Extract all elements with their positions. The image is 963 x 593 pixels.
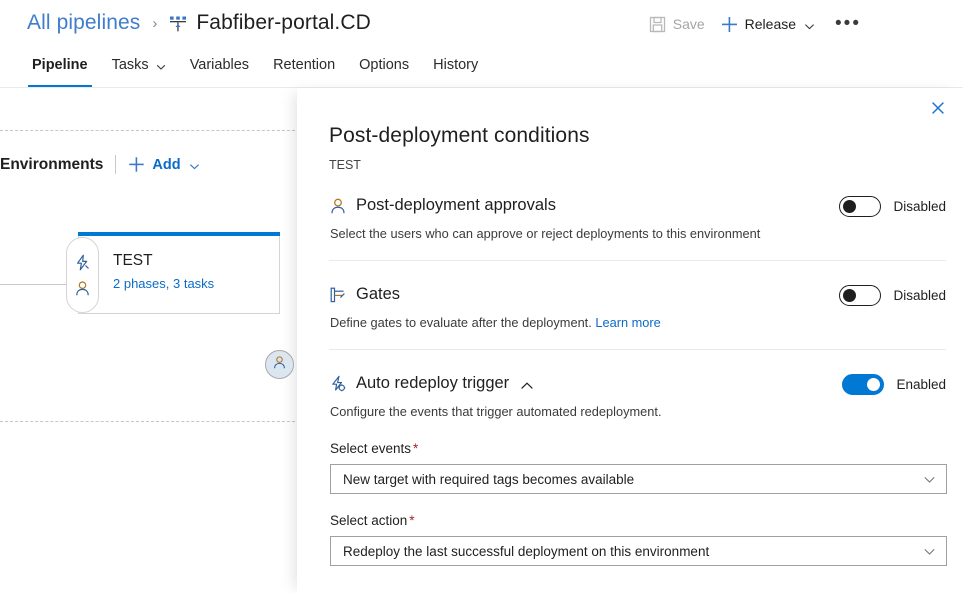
lightning-gear-icon xyxy=(329,375,347,393)
panel-subtitle: TEST xyxy=(329,158,361,172)
select-events-dropdown[interactable]: New target with required tags becomes av… xyxy=(330,464,947,494)
save-button-label: Save xyxy=(673,16,705,32)
select-action-dropdown[interactable]: Redeploy the last successful deployment … xyxy=(330,536,947,566)
select-action-label-text: Select action xyxy=(330,513,407,528)
auto-redeploy-trigger-toggle[interactable] xyxy=(842,374,884,395)
tab-options-label: Options xyxy=(359,57,409,73)
required-marker: * xyxy=(409,513,414,528)
section-header-row: Post-deployment approvals Disabled xyxy=(329,196,946,220)
section-description-text: Define gates to evaluate after the deplo… xyxy=(330,315,592,330)
environments-label: Environments xyxy=(0,156,103,174)
release-button-label: Release xyxy=(745,16,796,32)
gates-toggle-wrap: Disabled xyxy=(839,285,946,306)
chevron-down-icon xyxy=(923,545,936,558)
release-pipeline-icon xyxy=(168,14,188,34)
chevron-down-icon[interactable] xyxy=(156,60,166,70)
pipeline-canvas: Environments Add TEST 2 phases, 3 tasks xyxy=(0,88,300,593)
tab-pipeline-label: Pipeline xyxy=(32,57,88,73)
tab-retention-label: Retention xyxy=(273,57,335,73)
tab-options[interactable]: Options xyxy=(347,52,421,87)
release-button[interactable]: Release xyxy=(721,10,815,38)
close-icon xyxy=(930,100,946,121)
environment-connector-line xyxy=(0,284,70,285)
select-action-value: Redeploy the last successful deployment … xyxy=(343,544,923,559)
auto-redeploy-toggle-wrap: Enabled xyxy=(842,374,946,395)
plus-icon xyxy=(721,16,738,33)
panel-title: Post-deployment conditions xyxy=(329,124,590,148)
panel-close-button[interactable] xyxy=(923,95,953,125)
section-post-deployment-approvals: Post-deployment approvals Disabled Selec… xyxy=(329,196,946,241)
environments-header: Environments Add xyxy=(0,155,200,174)
canvas-dashed-divider-top xyxy=(0,130,300,131)
more-ellipsis-icon[interactable]: ••• xyxy=(831,19,865,29)
post-deployment-approvals-toggle-label: Disabled xyxy=(893,199,946,214)
select-events-label-text: Select events xyxy=(330,441,411,456)
chevron-down-icon xyxy=(923,473,936,486)
toggle-knob xyxy=(843,200,856,213)
post-deployment-approvals-toggle[interactable] xyxy=(839,196,881,217)
chevron-down-icon[interactable] xyxy=(804,19,815,30)
environment-card-test[interactable]: TEST 2 phases, 3 tasks xyxy=(78,236,280,314)
select-events-field: Select events* New target with required … xyxy=(330,441,947,494)
section-divider xyxy=(329,260,946,261)
tab-tasks[interactable]: Tasks xyxy=(100,52,178,87)
section-header-row: Gates Disabled xyxy=(329,285,946,309)
person-icon xyxy=(272,355,287,375)
tab-tasks-label: Tasks xyxy=(112,57,149,73)
tab-variables-label: Variables xyxy=(190,57,249,73)
tab-pipeline[interactable]: Pipeline xyxy=(20,52,100,87)
person-icon[interactable] xyxy=(74,280,91,297)
section-title: Gates xyxy=(356,285,400,304)
section-description: Configure the events that trigger automa… xyxy=(330,404,946,419)
pipeline-tabs: Pipeline Tasks Variables Retention Optio… xyxy=(0,52,963,88)
add-environment-label: Add xyxy=(152,157,180,173)
add-environment-button[interactable]: Add xyxy=(128,156,199,173)
select-action-label: Select action* xyxy=(330,513,947,528)
save-disk-icon xyxy=(649,16,666,33)
header-toolbar: Save Release ••• xyxy=(649,10,865,38)
section-description: Define gates to evaluate after the deplo… xyxy=(330,315,946,330)
tab-history[interactable]: History xyxy=(421,52,490,87)
tab-history-label: History xyxy=(433,57,478,73)
gates-toggle[interactable] xyxy=(839,285,881,306)
select-events-value: New target with required tags becomes av… xyxy=(343,472,923,487)
chevron-up-icon[interactable] xyxy=(520,379,534,393)
toggle-knob xyxy=(843,289,856,302)
person-icon xyxy=(329,197,347,215)
environment-card-subtitle[interactable]: 2 phases, 3 tasks xyxy=(113,276,214,291)
environment-pre-deploy-conditions-pill xyxy=(66,237,99,313)
gates-learn-more-link[interactable]: Learn more xyxy=(595,315,660,330)
approvals-toggle-wrap: Disabled xyxy=(839,196,946,217)
select-action-field: Select action* Redeploy the last success… xyxy=(330,513,947,566)
environment-post-deploy-badge[interactable] xyxy=(265,350,294,379)
section-description: Select the users who can approve or reje… xyxy=(330,226,946,241)
section-gates: Gates Disabled Define gates to evaluate … xyxy=(329,285,946,330)
tab-retention[interactable]: Retention xyxy=(261,52,347,87)
environment-card-name: TEST xyxy=(113,252,153,270)
breadcrumb-separator: › xyxy=(152,15,157,32)
toggle-knob xyxy=(867,378,880,391)
chevron-down-icon[interactable] xyxy=(189,159,200,170)
gates-toggle-label: Disabled xyxy=(893,288,946,303)
plus-icon xyxy=(128,156,145,173)
breadcrumb-all-pipelines-link[interactable]: All pipelines xyxy=(27,11,140,35)
select-events-label: Select events* xyxy=(330,441,947,456)
section-title: Post-deployment approvals xyxy=(356,196,556,215)
tab-variables[interactable]: Variables xyxy=(178,52,261,87)
environments-divider xyxy=(115,155,116,174)
section-title: Auto redeploy trigger xyxy=(356,374,509,393)
section-divider xyxy=(329,349,946,350)
gate-icon xyxy=(329,286,347,304)
auto-redeploy-trigger-toggle-label: Enabled xyxy=(896,377,946,392)
page-title: Fabfiber-portal.CD xyxy=(196,11,371,35)
section-auto-redeploy-trigger: Auto redeploy trigger Enabled Configure … xyxy=(329,374,946,419)
canvas-dashed-divider-bottom xyxy=(0,421,300,422)
page-header: All pipelines › Fabfiber-portal.CD xyxy=(0,0,963,47)
lightning-bolt-icon[interactable] xyxy=(74,254,91,271)
save-button[interactable]: Save xyxy=(649,10,705,38)
breadcrumb: All pipelines › Fabfiber-portal.CD xyxy=(27,5,371,41)
required-marker: * xyxy=(413,441,418,456)
section-header-row: Auto redeploy trigger Enabled xyxy=(329,374,946,398)
